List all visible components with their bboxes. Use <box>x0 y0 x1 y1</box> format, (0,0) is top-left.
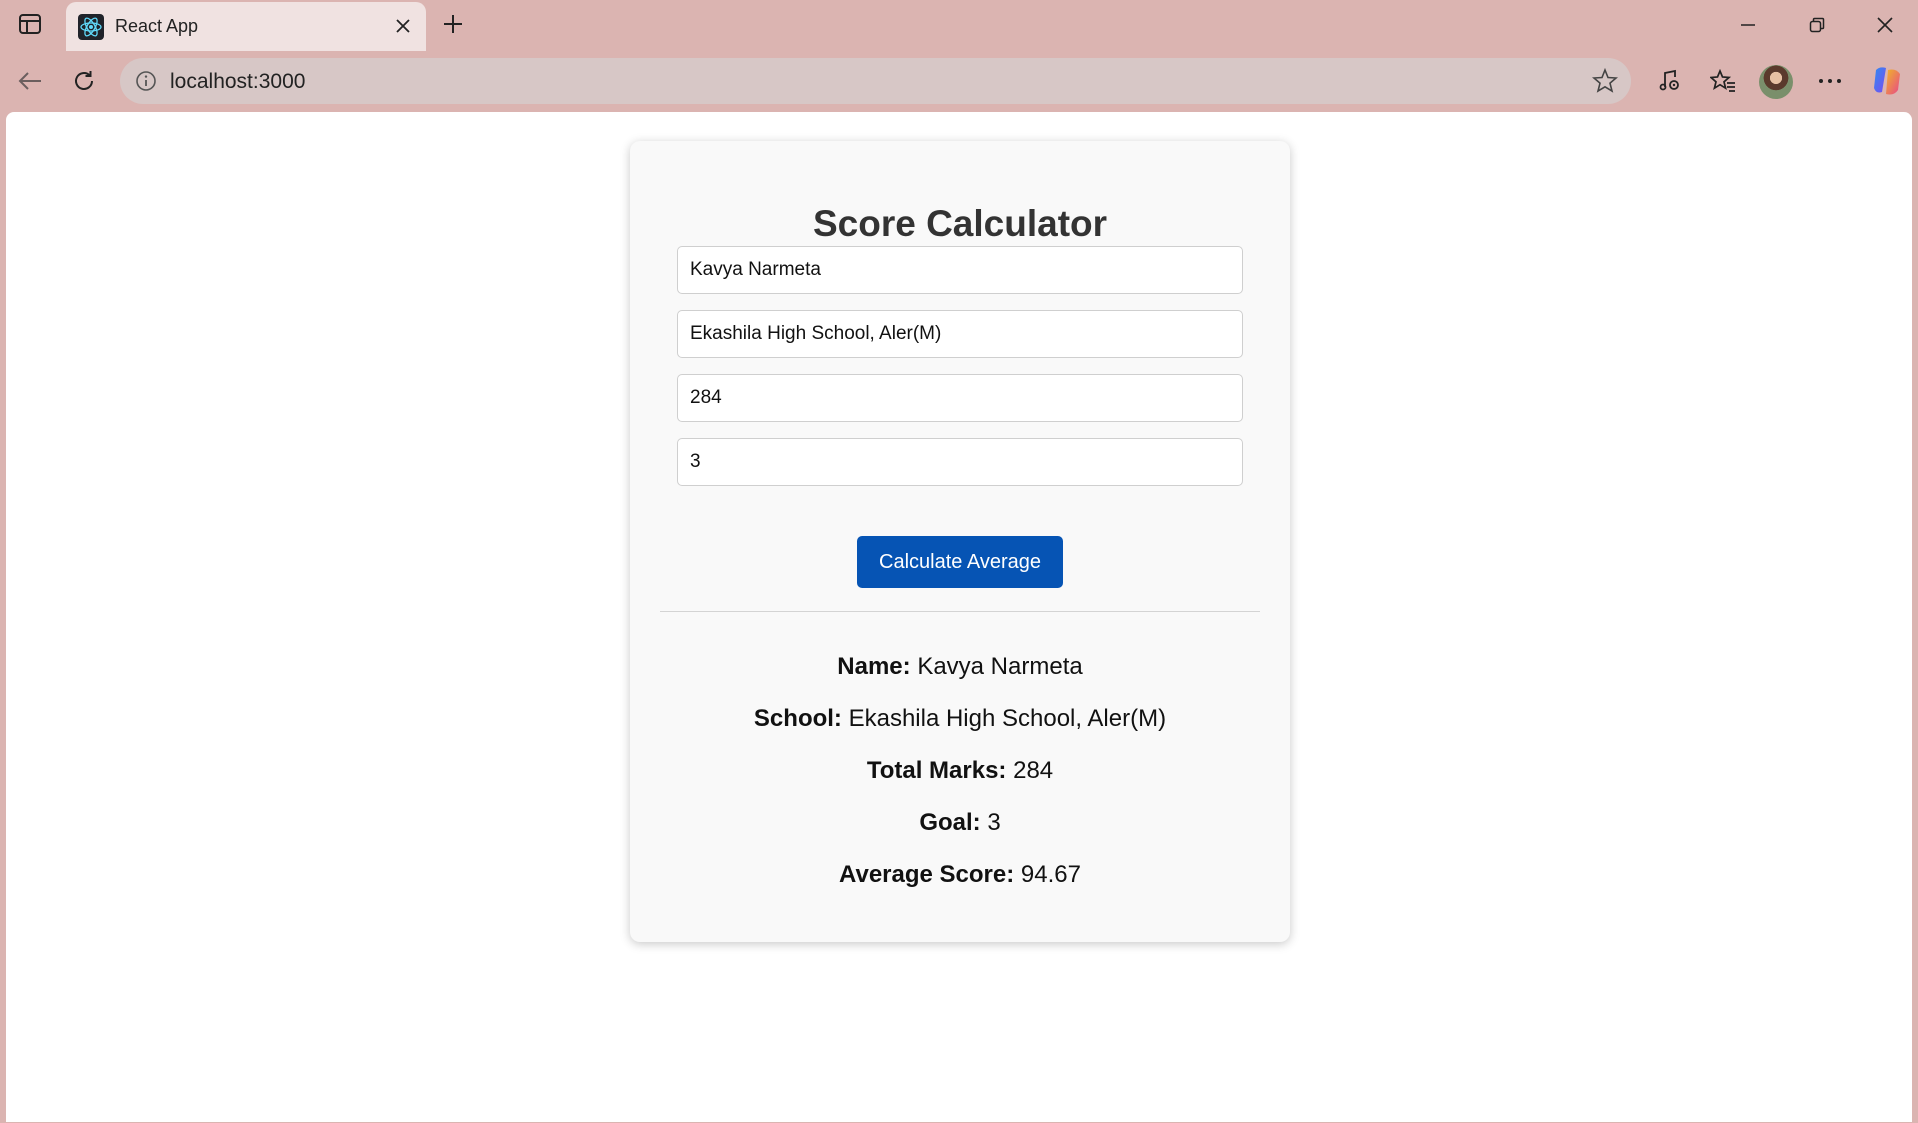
restore-icon[interactable] <box>1802 10 1832 40</box>
result-name: Name: Kavya Narmeta <box>630 653 1290 681</box>
close-window-icon[interactable] <box>1870 10 1900 40</box>
favorites-icon[interactable] <box>1708 66 1738 96</box>
divider <box>660 611 1260 612</box>
name-input[interactable] <box>677 246 1243 294</box>
result-label: School: <box>753 705 842 732</box>
sidebar-toggle-icon[interactable] <box>16 12 44 36</box>
back-arrow-icon[interactable] <box>15 66 45 96</box>
react-logo-icon <box>78 14 104 40</box>
refresh-icon[interactable] <box>69 66 99 96</box>
browser-tab-active[interactable]: React App <box>66 2 426 51</box>
result-label: Name: <box>837 653 911 680</box>
page-title: Score Calculator <box>812 203 1108 244</box>
more-options-icon[interactable] <box>1815 66 1845 96</box>
result-value: Ekashila High School, Aler(M) <box>848 705 1167 732</box>
result-label: Average Score: <box>839 861 1015 888</box>
total-marks-input[interactable] <box>677 374 1243 422</box>
close-tab-icon[interactable] <box>392 15 414 37</box>
result-value: 94.67 <box>1020 861 1081 888</box>
result-average-score: Average Score: 94.67 <box>630 861 1290 889</box>
tab-title: React App <box>115 16 199 36</box>
new-tab-plus-icon[interactable] <box>439 10 467 38</box>
result-label: Total Marks: <box>866 757 1007 784</box>
goal-input[interactable] <box>677 438 1243 486</box>
score-calculator-card: Score Calculator Calculate Average Name:… <box>630 141 1290 942</box>
profile-avatar[interactable] <box>1759 65 1793 99</box>
result-total-marks: Total Marks: 284 <box>630 757 1290 785</box>
result-label: Goal: <box>919 809 981 836</box>
add-favorite-star-icon[interactable] <box>1591 67 1619 95</box>
result-school: School: Ekashila High School, Aler(M) <box>630 705 1290 733</box>
calculate-average-button[interactable]: Calculate Average <box>857 536 1063 588</box>
page-viewport: Score Calculator Calculate Average Name:… <box>6 112 1912 1122</box>
minimize-icon[interactable] <box>1733 10 1763 40</box>
copilot-icon[interactable] <box>1870 64 1904 98</box>
tab-strip: React App <box>0 0 1918 51</box>
url-text[interactable]: localhost:3000 <box>170 70 305 94</box>
address-bar[interactable]: localhost:3000 <box>120 58 1631 104</box>
site-info-icon[interactable] <box>134 69 158 93</box>
result-value: 284 <box>1013 757 1054 784</box>
result-value: Kavya Narmeta <box>917 653 1083 680</box>
result-value: 3 <box>987 809 1001 836</box>
read-aloud-icon[interactable] <box>1654 66 1684 96</box>
result-goal: Goal: 3 <box>630 809 1290 837</box>
school-input[interactable] <box>677 310 1243 358</box>
